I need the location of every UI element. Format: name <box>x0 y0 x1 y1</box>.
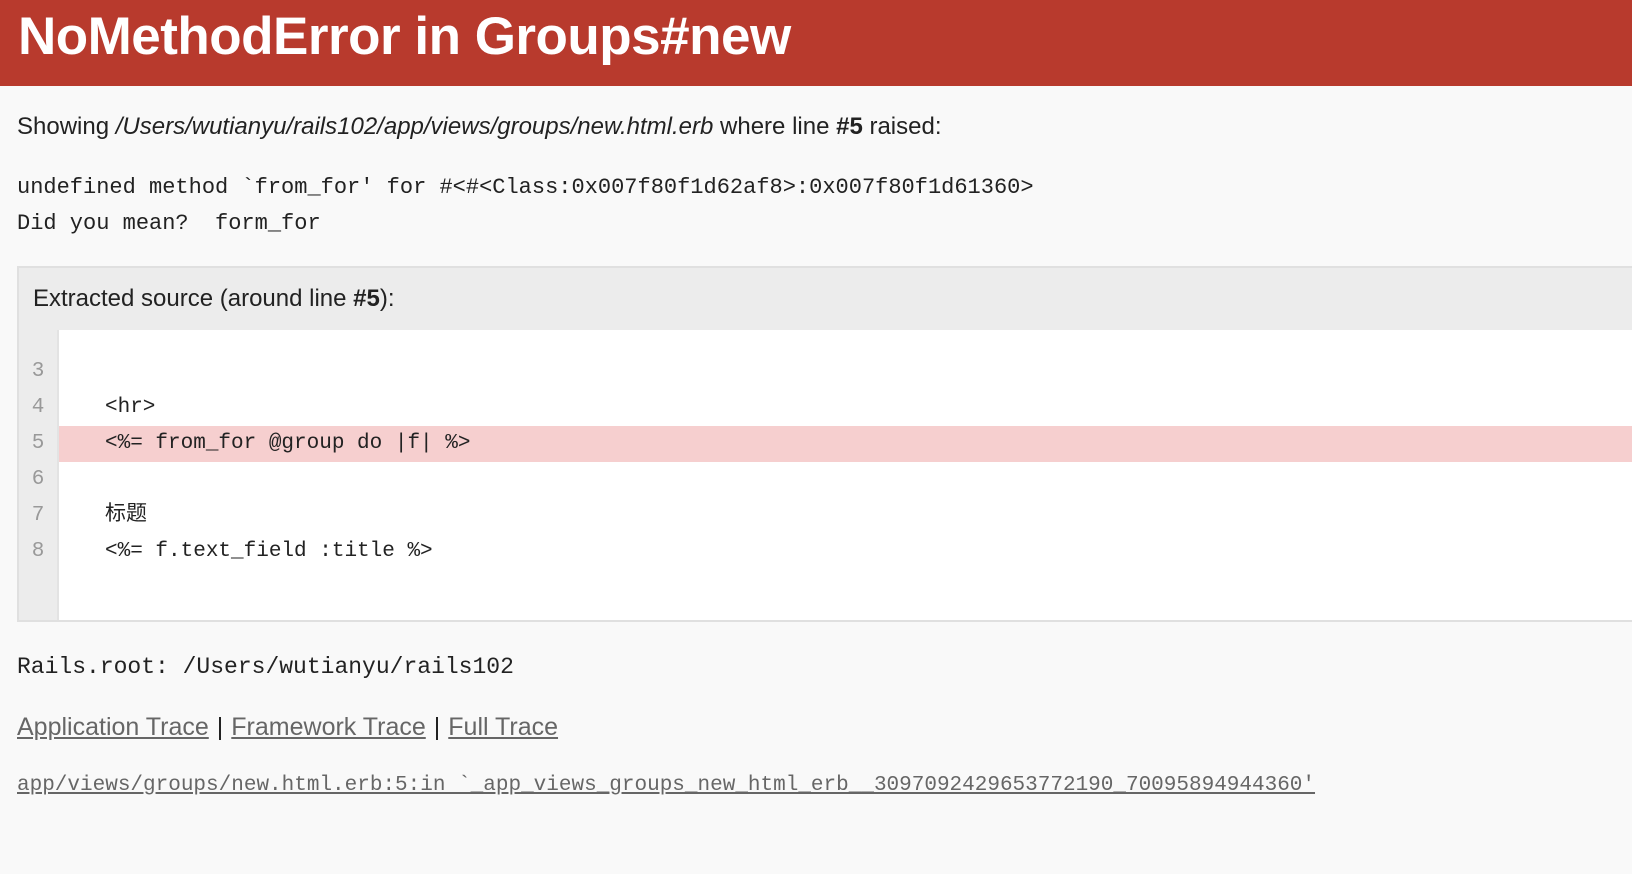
source-title-suffix: ): <box>379 285 395 312</box>
source-code: <hr> <%= from_for @group do |f| %> 标题 <%… <box>59 330 1632 620</box>
line-number: 8 <box>31 540 45 563</box>
showing-suffix: raised: <box>862 113 942 140</box>
framework-trace-link[interactable]: Framework Trace <box>231 713 425 741</box>
trace-toggles: Application Trace | Framework Trace | Full T… <box>17 712 1632 742</box>
full-trace-link[interactable]: Full Trace <box>448 713 558 741</box>
extracted-source-box: Extracted source (around line #5): 3 4 5… <box>17 266 1632 622</box>
suggestion-line: Did you mean? form_for <box>17 211 321 236</box>
highlighted-code-line: <%= from_for @group do |f| %> <box>59 426 1632 462</box>
code-line: <hr> <box>105 396 156 419</box>
application-trace-link[interactable]: Application Trace <box>17 713 209 741</box>
error-message: undefined method `from_for' for #<#<Clas… <box>17 170 1632 242</box>
rails-root: Rails.root: /Users/wutianyu/rails102 <box>17 654 514 680</box>
line-number: 7 <box>31 504 45 527</box>
extracted-source-title: Extracted source (around line #5): <box>19 268 1632 330</box>
trace-entry-link[interactable]: app/views/groups/new.html.erb:5:in `_app… <box>17 772 1632 800</box>
code-line: <%= f.text_field :title %> <box>105 540 433 563</box>
showing-prefix: Showing <box>17 113 116 140</box>
line-reference: #5 <box>836 113 863 140</box>
template-path: /Users/wutianyu/rails102/app/views/group… <box>115 113 714 140</box>
showing-line: Showing /Users/wutianyu/rails102/app/vie… <box>17 86 1632 142</box>
line-number: 6 <box>31 468 45 491</box>
line-number: 4 <box>31 396 45 419</box>
error-message-line: undefined method `from_for' for #<#<Clas… <box>17 175 1034 200</box>
error-header: NoMethodError in Groups#new <box>0 0 1632 86</box>
error-content: Showing /Users/wutianyu/rails102/app/vie… <box>0 86 1632 800</box>
source-title-prefix: Extracted source (around line <box>33 285 354 312</box>
showing-middle: where line <box>713 113 837 140</box>
trace-separator: | <box>216 713 224 741</box>
line-number-gutter: 3 4 5 6 7 8 <box>19 330 59 620</box>
source-title-line: #5 <box>353 285 380 312</box>
error-title: NoMethodError in Groups#new <box>18 7 791 66</box>
line-number: 5 <box>31 432 45 455</box>
line-number: 3 <box>31 360 45 383</box>
source-body: 3 4 5 6 7 8 <hr> <%= from_for @group do … <box>19 330 1632 620</box>
code-line: 标题 <box>105 504 147 527</box>
trace-separator: | <box>433 713 441 741</box>
